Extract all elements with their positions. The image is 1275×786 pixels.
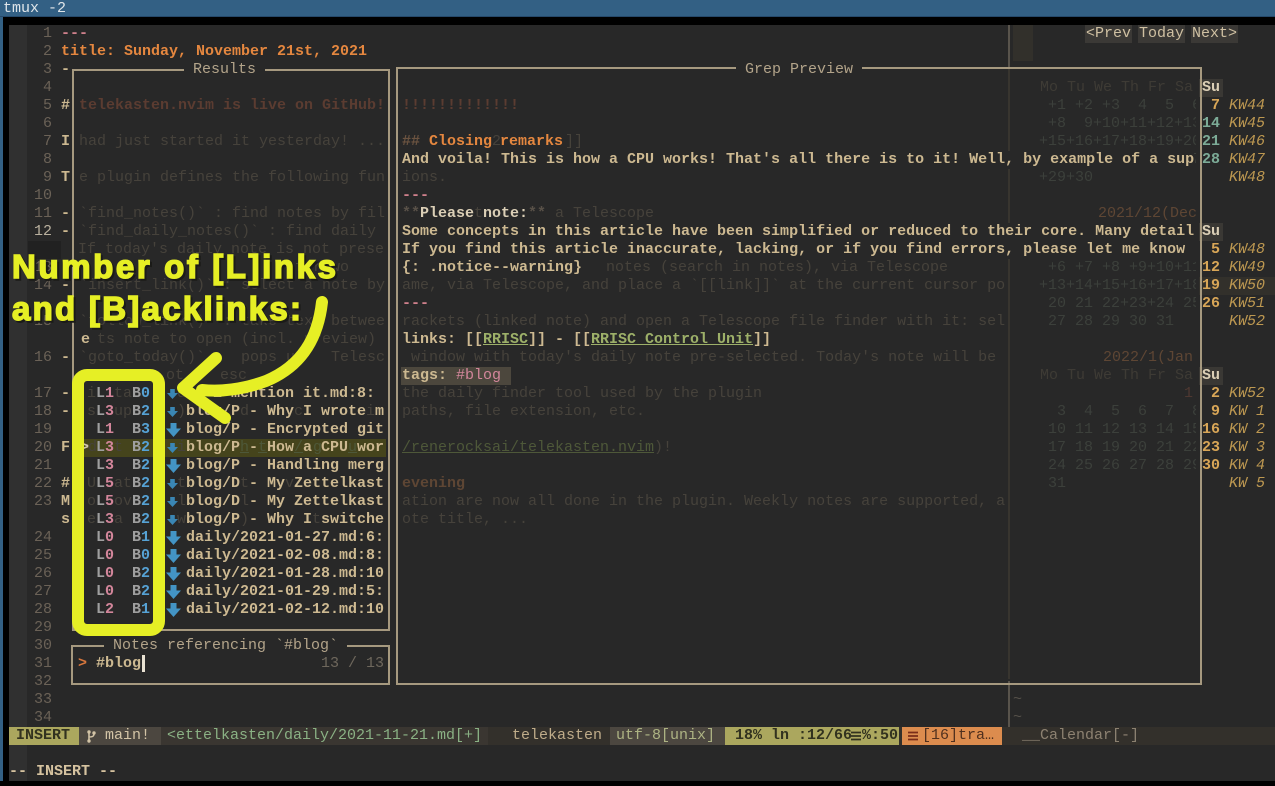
svg-text:and [B]acklinks:: and [B]acklinks: <box>12 290 301 327</box>
svg-text:Number of [L]inks: Number of [L]inks <box>12 248 336 285</box>
